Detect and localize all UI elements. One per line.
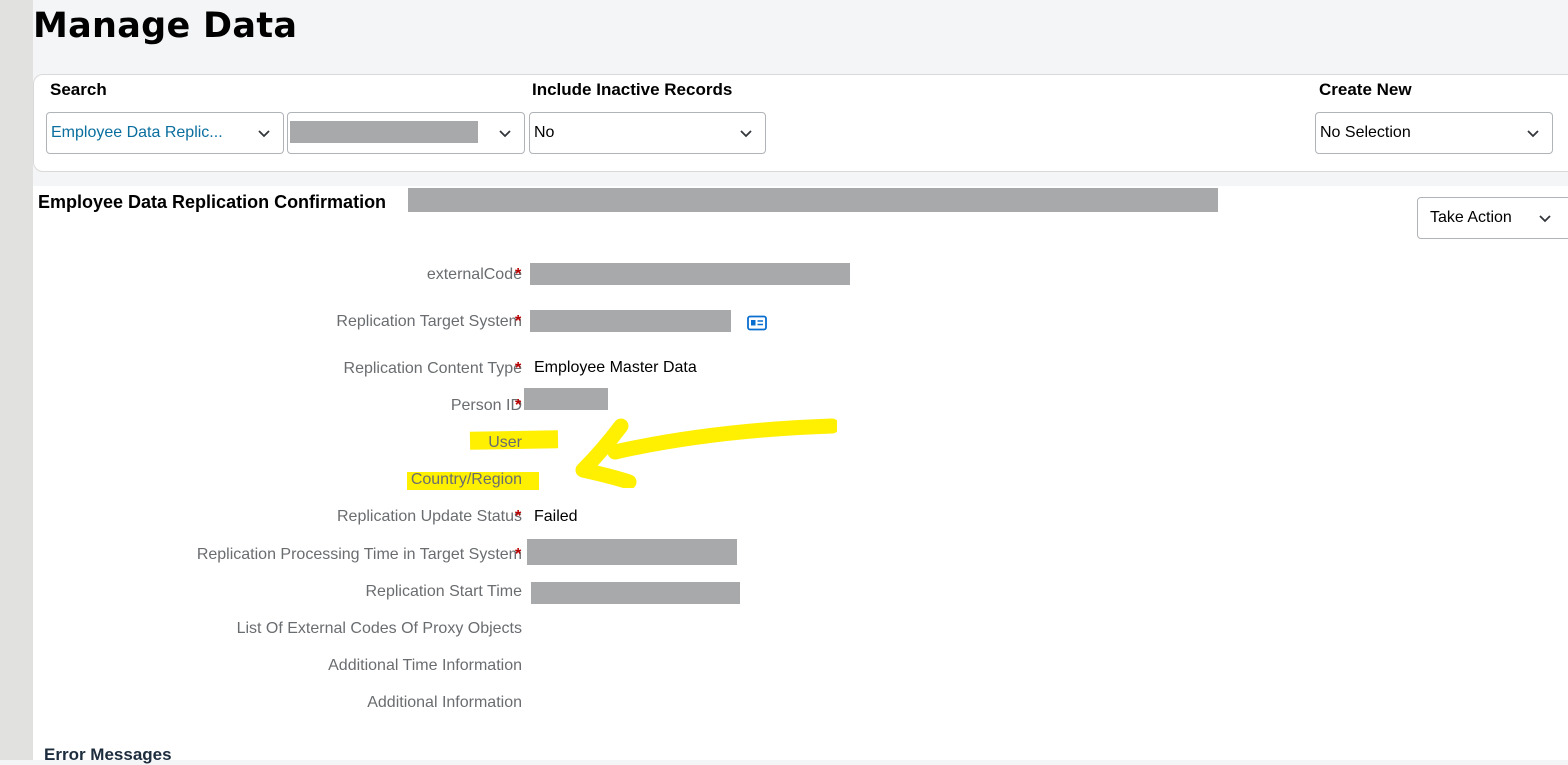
page-title: Manage Data xyxy=(33,6,298,46)
redacted-person-id xyxy=(524,388,608,410)
required-mark: * xyxy=(515,508,522,525)
chevron-down-icon xyxy=(258,130,270,138)
search-label: Search xyxy=(50,80,107,99)
field-value-content-type: Employee Master Data xyxy=(534,359,697,376)
left-edge-strip xyxy=(0,0,33,760)
redacted-record-name xyxy=(408,188,1218,212)
redacted-record-value xyxy=(290,121,478,143)
business-card-icon[interactable] xyxy=(747,315,767,331)
field-label-content-type: Replication Content Type xyxy=(343,360,522,377)
include-inactive-value: No xyxy=(534,124,555,141)
take-action-button[interactable]: Take Action xyxy=(1417,197,1568,239)
chevron-down-icon xyxy=(740,130,752,138)
field-label-additional-time: Additional Time Information xyxy=(328,657,522,674)
required-mark: * xyxy=(515,546,522,563)
error-messages-heading: Error Messages xyxy=(44,745,172,764)
required-mark: * xyxy=(515,360,522,377)
create-new-label: Create New xyxy=(1319,80,1412,99)
search-type-select[interactable]: Employee Data Replic... xyxy=(46,112,284,154)
search-type-value: Employee Data Replic... xyxy=(51,124,223,141)
field-label-country-region: Country/Region xyxy=(410,471,522,488)
field-label-target-system: Replication Target System xyxy=(336,313,522,330)
include-inactive-label: Include Inactive Records xyxy=(532,80,733,99)
redacted-target-system xyxy=(530,310,731,332)
chevron-down-icon xyxy=(1527,130,1539,138)
field-value-update-status: Failed xyxy=(534,508,578,525)
redacted-externalcode xyxy=(530,263,850,285)
redacted-processing-time xyxy=(527,539,737,565)
include-inactive-select[interactable]: No xyxy=(529,112,766,154)
create-new-value: No Selection xyxy=(1320,124,1411,141)
field-label-person-id: Person ID xyxy=(450,397,522,414)
field-label-proxy-codes: List Of External Codes Of Proxy Objects xyxy=(236,620,522,637)
field-label-start-time: Replication Start Time xyxy=(365,583,522,600)
required-mark: * xyxy=(515,397,522,414)
field-label-user: User xyxy=(488,434,522,451)
field-label-externalcode: externalCode xyxy=(426,266,522,283)
field-label-processing-time: Replication Processing Time in Target Sy… xyxy=(196,546,522,563)
redacted-start-time xyxy=(531,582,740,604)
field-label-update-status: Replication Update Status xyxy=(337,508,522,525)
create-new-select[interactable]: No Selection xyxy=(1315,112,1553,154)
chevron-down-icon xyxy=(499,130,511,138)
field-label-additional-info: Additional Information xyxy=(367,694,522,711)
search-record-select[interactable] xyxy=(287,112,525,154)
required-mark: * xyxy=(515,313,522,330)
required-mark: * xyxy=(515,266,522,283)
record-title: Employee Data Replication Confirmation xyxy=(38,192,387,212)
take-action-label: Take Action xyxy=(1430,209,1512,226)
annotation-arrow-icon xyxy=(575,418,837,488)
chevron-down-icon xyxy=(1539,215,1551,223)
